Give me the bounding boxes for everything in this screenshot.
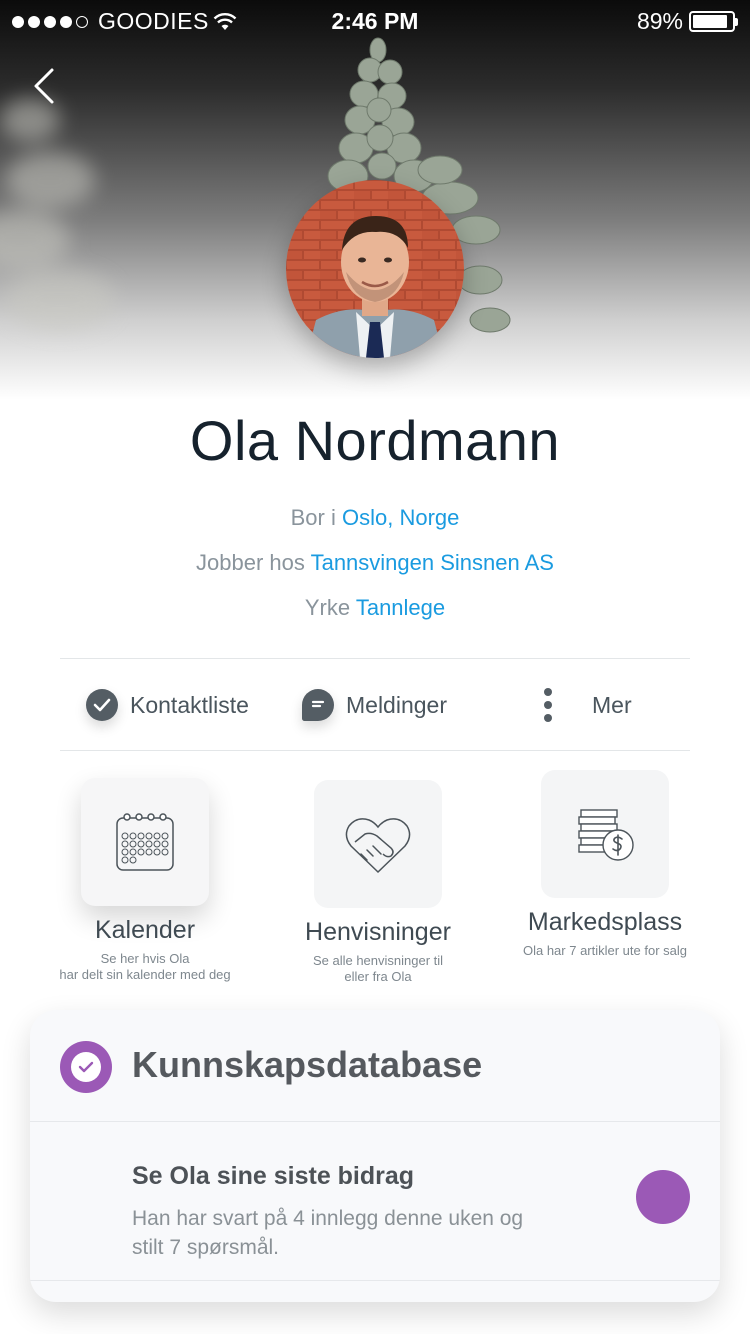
calendar-tile-button[interactable] xyxy=(81,778,209,906)
location-line: Bor i Oslo, Norge xyxy=(0,505,750,531)
chat-bubble-icon xyxy=(302,689,334,721)
employer-line: Jobber hos Tannsvingen Sinsnen AS xyxy=(0,550,750,576)
action-bar: Kontaktliste Meldinger Mer xyxy=(0,660,750,750)
recent-contributions-title[interactable]: Se Ola sine siste bidrag xyxy=(132,1162,414,1191)
messages-label: Meldinger xyxy=(346,691,447,718)
chevron-left-icon xyxy=(34,68,54,104)
employer-link[interactable]: Tannsvingen Sinsnen AS xyxy=(311,550,554,575)
knowledge-base-card: Kunnskapsdatabase Se Ola sine siste bidr… xyxy=(30,1010,720,1302)
contact-list-label: Kontaktliste xyxy=(130,691,249,718)
contact-list-button[interactable]: Kontaktliste xyxy=(86,660,249,750)
marketplace-subtitle: Ola har 7 artikler ute for salg xyxy=(485,943,725,959)
location-label: Bor i xyxy=(290,505,336,530)
battery-icon xyxy=(689,11,735,32)
referrals-subtitle-line-2: eller fra Ola xyxy=(344,969,412,984)
employer-label: Jobber hos xyxy=(196,550,305,575)
more-label: Mer xyxy=(592,691,632,718)
referrals-tile-button[interactable] xyxy=(314,780,442,908)
calendar-tile[interactable]: Kalender Se her hvis Ola har delt sin ka… xyxy=(20,778,270,983)
marketplace-subtitle-line-1: Ola har 7 artikler ute for salg xyxy=(522,943,688,958)
profile-name: Ola Nordmann xyxy=(189,409,561,472)
more-vertical-icon xyxy=(544,688,552,722)
recent-contributions-subtitle: Han har svart på 4 innlegg denne uken og… xyxy=(132,1207,524,1259)
status-bar: GOODIES 2:46 PM 89% xyxy=(0,0,750,40)
messages-button[interactable]: Meldinger xyxy=(302,660,447,750)
referrals-subtitle-line-1: Se alle henvisninger til xyxy=(312,953,444,968)
profession-link[interactable]: Tannlege xyxy=(356,595,445,620)
battery-indicator: 89% xyxy=(637,8,738,35)
divider xyxy=(30,1121,720,1122)
calendar-subtitle: Se her hvis Ola har delt sin kalender me… xyxy=(20,951,270,983)
divider xyxy=(30,1280,720,1281)
blurred-plant-decoration xyxy=(0,98,115,330)
battery-percent: 89% xyxy=(636,8,683,34)
divider xyxy=(60,658,690,659)
profession-line: Yrke Tannlege xyxy=(0,595,750,621)
calendar-subtitle-line-1: Se her hvis Ola xyxy=(100,951,190,966)
profession-label: Yrke xyxy=(304,595,351,620)
money-stack-icon xyxy=(578,809,634,861)
check-circle-icon xyxy=(86,689,118,721)
marketplace-title: Markedsplass xyxy=(527,908,683,936)
divider xyxy=(60,750,690,751)
referrals-tile[interactable]: Henvisninger Se alle henvisninger til el… xyxy=(250,780,506,985)
knowledge-base-title: Kunnskapsdatabase xyxy=(132,1044,483,1085)
marketplace-tile-button[interactable] xyxy=(541,770,669,898)
avatar[interactable] xyxy=(286,180,464,358)
calendar-subtitle-line-2: har delt sin kalender med deg xyxy=(59,967,231,982)
referrals-title: Henvisninger xyxy=(305,918,451,946)
check-circle-icon xyxy=(60,1041,112,1093)
calendar-icon xyxy=(116,813,174,871)
more-button[interactable]: Mer xyxy=(538,660,632,750)
recent-contributions-indicator[interactable] xyxy=(636,1170,690,1224)
calendar-title: Kalender xyxy=(94,916,196,944)
referrals-subtitle: Se alle henvisninger til eller fra Ola xyxy=(250,953,506,985)
marketplace-tile[interactable]: Markedsplass Ola har 7 artikler ute for … xyxy=(485,770,725,959)
back-button[interactable] xyxy=(26,64,66,108)
handshake-icon xyxy=(345,818,411,874)
location-link[interactable]: Oslo, Norge xyxy=(342,505,459,530)
profile-photo xyxy=(286,180,464,358)
